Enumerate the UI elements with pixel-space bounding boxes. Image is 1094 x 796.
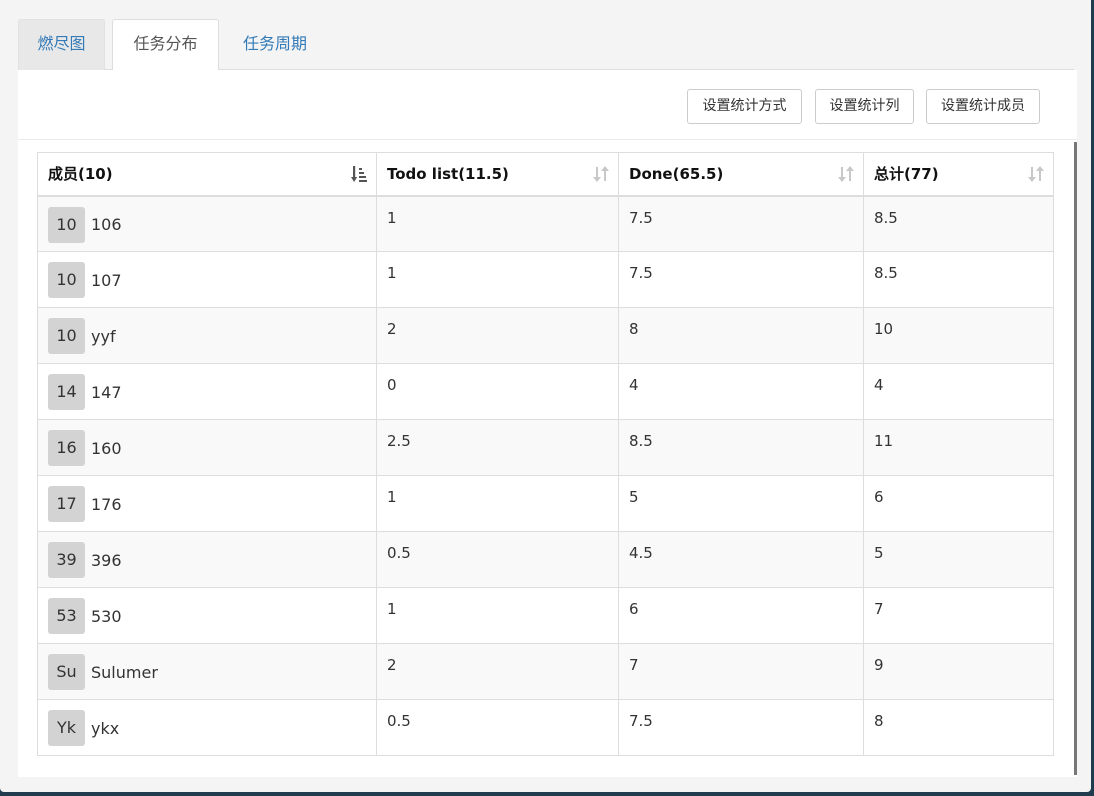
toolbar: 设置统计方式 设置统计列 设置统计成员 <box>18 70 1077 140</box>
sort-icon[interactable] <box>593 165 609 183</box>
table-row: 53 530 1 6 7 <box>37 587 1054 644</box>
member-cell: 10 yyf <box>37 307 377 364</box>
total-cell: 9 <box>863 643 1054 700</box>
todo-cell: 1 <box>376 475 619 532</box>
avatar: 16 <box>48 430 85 466</box>
tab-task-cycle[interactable]: 任务周期 <box>219 19 331 70</box>
todo-cell: 0 <box>376 363 619 420</box>
total-cell: 8.5 <box>863 195 1054 252</box>
column-header-done[interactable]: Done(65.5) <box>618 152 864 197</box>
column-header-todo[interactable]: Todo list(11.5) <box>376 152 619 197</box>
column-header-member[interactable]: 成员(10) <box>37 152 377 197</box>
todo-cell: 0.5 <box>376 699 619 756</box>
member-name: Sulumer <box>91 662 158 682</box>
member-name: 396 <box>91 550 122 570</box>
member-name: 530 <box>91 606 122 626</box>
avatar: 10 <box>48 262 85 298</box>
member-name: ykx <box>91 718 120 738</box>
column-header-label: Todo list(11.5) <box>387 164 509 183</box>
column-header-label: 总计(77) <box>874 165 939 184</box>
avatar: Yk <box>48 710 85 746</box>
avatar: Su <box>48 654 85 690</box>
set-stat-members-button[interactable]: 设置统计成员 <box>926 89 1040 124</box>
done-cell: 4 <box>618 363 864 420</box>
report-dialog: 燃尽图 任务分布 任务周期 设置统计方式 设置统计列 设置统计成员 成员(10) <box>0 0 1091 792</box>
done-cell: 7.5 <box>618 195 864 252</box>
total-cell: 8 <box>863 699 1054 756</box>
todo-cell: 0.5 <box>376 531 619 588</box>
avatar: 17 <box>48 486 85 522</box>
member-cell: 16 160 <box>37 419 377 476</box>
member-name: 147 <box>91 382 122 402</box>
tab-panel: 设置统计方式 设置统计列 设置统计成员 成员(10) Todo list(11.… <box>18 70 1077 777</box>
table-row: Yk ykx 0.5 7.5 8 <box>37 699 1054 756</box>
member-cell: Su Sulumer <box>37 643 377 700</box>
avatar: 10 <box>48 318 85 354</box>
vertical-scrollbar[interactable] <box>1074 142 1077 775</box>
done-cell: 4.5 <box>618 531 864 588</box>
member-name: 176 <box>91 494 122 514</box>
table-row: 10 yyf 2 8 10 <box>37 307 1054 364</box>
member-name: yyf <box>91 326 116 346</box>
avatar: 10 <box>48 206 85 243</box>
done-cell: 8 <box>618 307 864 364</box>
total-cell: 5 <box>863 531 1054 588</box>
total-cell: 4 <box>863 363 1054 420</box>
todo-cell: 1 <box>376 587 619 644</box>
set-stat-columns-button[interactable]: 设置统计列 <box>815 89 914 124</box>
table-row: 14 147 0 4 4 <box>37 363 1054 420</box>
done-cell: 6 <box>618 587 864 644</box>
total-cell: 10 <box>863 307 1054 364</box>
avatar: 53 <box>48 598 85 634</box>
table-row: 16 160 2.5 8.5 11 <box>37 419 1054 476</box>
member-cell: 14 147 <box>37 363 377 420</box>
member-cell: 39 396 <box>37 531 377 588</box>
table-row: Su Sulumer 2 7 9 <box>37 643 1054 700</box>
total-cell: 7 <box>863 587 1054 644</box>
table-row: 39 396 0.5 4.5 5 <box>37 531 1054 588</box>
todo-cell: 2 <box>376 307 619 364</box>
member-name: 106 <box>91 215 122 234</box>
column-header-label: Done(65.5) <box>629 164 724 183</box>
tab-bar: 燃尽图 任务分布 任务周期 <box>18 19 1074 71</box>
tab-task-distribution[interactable]: 任务分布 <box>112 19 219 71</box>
done-cell: 7.5 <box>618 251 864 308</box>
todo-cell: 1 <box>376 195 619 252</box>
column-header-label: 成员(10) <box>48 165 113 184</box>
table-header-row: 成员(10) Todo list(11.5) Done(65.5) 总计(77) <box>37 152 1054 197</box>
column-header-total[interactable]: 总计(77) <box>863 152 1054 197</box>
todo-cell: 2.5 <box>376 419 619 476</box>
table-row: 17 176 1 5 6 <box>37 475 1054 532</box>
total-cell: 11 <box>863 419 1054 476</box>
member-cell: 10 106 <box>37 195 377 252</box>
done-cell: 5 <box>618 475 864 532</box>
table-row: 10 107 1 7.5 8.5 <box>37 251 1054 308</box>
member-name: 107 <box>91 270 122 290</box>
member-name: 160 <box>91 438 122 458</box>
member-cell: 10 107 <box>37 251 377 308</box>
done-cell: 7.5 <box>618 699 864 756</box>
set-stat-method-button[interactable]: 设置统计方式 <box>687 89 802 124</box>
total-cell: 8.5 <box>863 251 1054 308</box>
tab-burndown[interactable]: 燃尽图 <box>18 19 105 70</box>
todo-cell: 1 <box>376 251 619 308</box>
table-row: 10 106 1 7.5 8.5 <box>37 195 1054 252</box>
member-cell: Yk ykx <box>37 699 377 756</box>
avatar: 39 <box>48 542 85 578</box>
member-cell: 17 176 <box>37 475 377 532</box>
done-cell: 7 <box>618 643 864 700</box>
stats-table: 成员(10) Todo list(11.5) Done(65.5) 总计(77)… <box>37 152 1054 756</box>
sort-amount-down-icon[interactable] <box>351 165 367 183</box>
avatar: 14 <box>48 374 85 410</box>
todo-cell: 2 <box>376 643 619 700</box>
member-cell: 53 530 <box>37 587 377 644</box>
done-cell: 8.5 <box>618 419 864 476</box>
sort-icon[interactable] <box>838 165 854 183</box>
total-cell: 6 <box>863 475 1054 532</box>
sort-icon[interactable] <box>1028 165 1044 183</box>
